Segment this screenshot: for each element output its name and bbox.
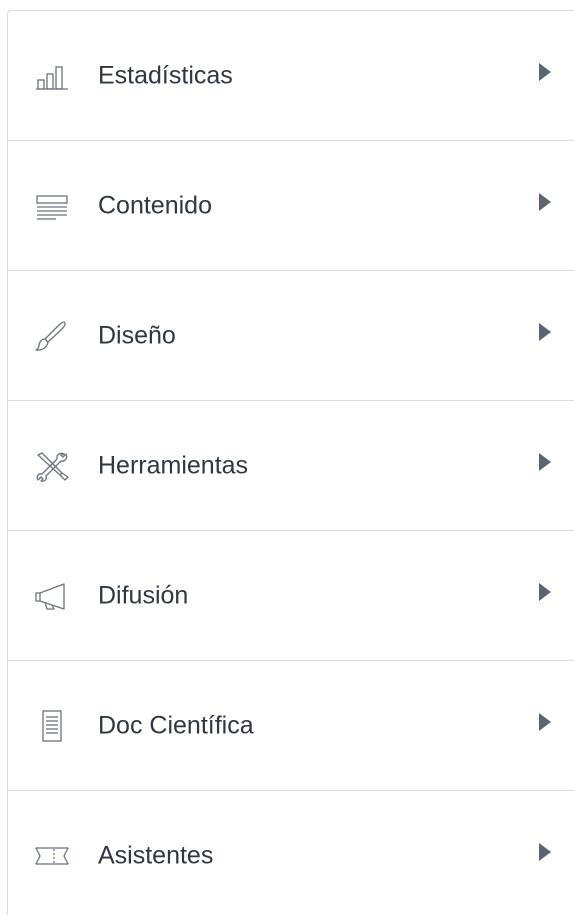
chevron-right-icon xyxy=(539,843,551,861)
brush-icon xyxy=(34,320,70,351)
document-icon xyxy=(34,709,70,742)
menu-item-label: Contenido xyxy=(98,191,212,219)
menu-item-difusion[interactable]: Difusión xyxy=(8,531,574,661)
megaphone-icon xyxy=(34,581,70,611)
ticket-icon xyxy=(34,841,70,871)
menu-item-label: Asistentes xyxy=(98,841,214,870)
chevron-right-icon xyxy=(539,452,551,471)
menu-item-contenido[interactable]: Contenido xyxy=(8,141,574,271)
chevron-right-icon xyxy=(539,582,551,601)
side-menu: Estadísticas Contenido Diseño Herramient… xyxy=(7,10,574,915)
chevron-right-icon xyxy=(539,62,551,81)
menu-item-label: Estadísticas xyxy=(98,61,233,89)
menu-item-label: Diseño xyxy=(98,321,176,349)
menu-item-estadisticas[interactable]: Estadísticas xyxy=(8,11,574,141)
menu-item-doc-cientifica[interactable]: Doc Científica xyxy=(8,661,574,791)
chevron-right-icon xyxy=(539,712,551,731)
menu-item-asistentes[interactable]: Asistentes xyxy=(8,791,574,921)
tools-icon xyxy=(34,451,70,482)
menu-item-diseno[interactable]: Diseño xyxy=(8,271,574,401)
bar-chart-icon xyxy=(34,61,70,91)
chevron-right-icon xyxy=(539,322,551,341)
menu-item-label: Herramientas xyxy=(98,451,249,479)
menu-item-herramientas[interactable]: Herramientas xyxy=(8,401,574,531)
content-icon xyxy=(34,191,70,221)
chevron-right-icon xyxy=(539,192,551,211)
menu-item-label: Doc Científica xyxy=(98,711,254,739)
menu-item-label: Difusión xyxy=(98,581,189,609)
